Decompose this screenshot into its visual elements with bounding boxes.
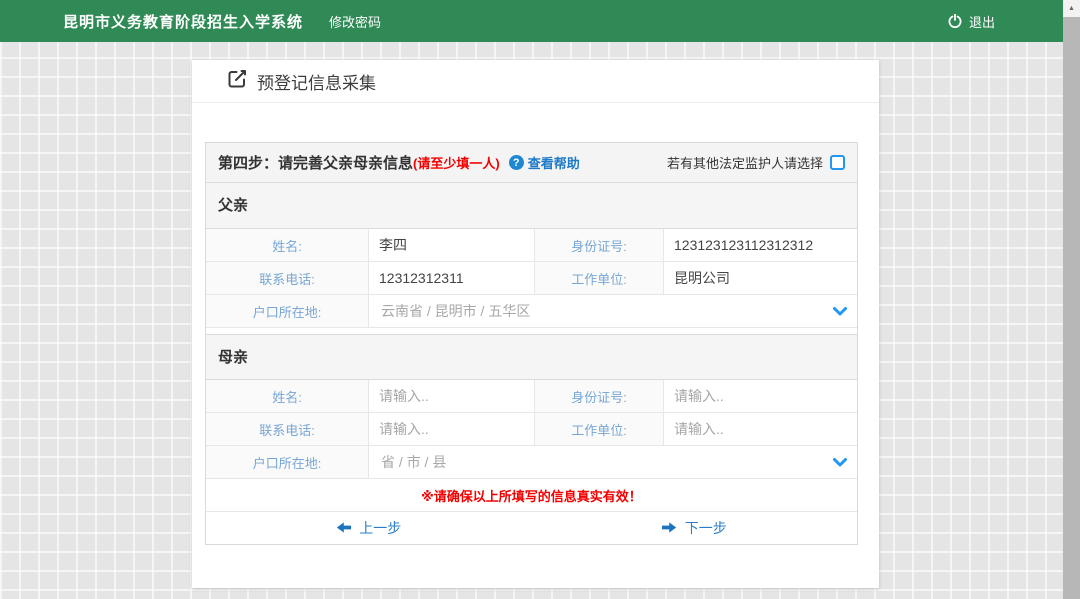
next-step-button[interactable]: 下一步 xyxy=(532,512,858,544)
father-name-label: 姓名: xyxy=(206,229,369,261)
mother-id-label: 身份证号: xyxy=(534,380,664,412)
mother-address-value: 省 / 市 / 县 xyxy=(369,446,823,478)
footer-nav: 上一步 下一步 xyxy=(206,512,857,544)
father-phone-input[interactable] xyxy=(379,270,528,286)
app-title: 昆明市义务教育阶段招生入学系统 xyxy=(63,11,303,32)
mother-phone-label: 联系电话: xyxy=(206,413,369,445)
chevron-down-icon[interactable] xyxy=(823,446,857,478)
app-header: 昆明市义务教育阶段招生入学系统 修改密码 退出 xyxy=(0,0,1063,42)
power-icon xyxy=(948,14,962,28)
father-section-title: 父亲 xyxy=(206,183,857,229)
mother-row-1: 姓名: 身份证号: xyxy=(206,380,857,413)
step-hint: (请至少填一人) xyxy=(413,153,500,172)
notice-text: ※请确保以上所填写的信息真实有效！ xyxy=(206,479,857,512)
scrollbar-thumb[interactable] xyxy=(1063,17,1080,599)
father-row-1: 姓名: 身份证号: xyxy=(206,229,857,262)
help-link[interactable]: 查看帮助 xyxy=(528,153,580,172)
arrow-left-icon xyxy=(336,520,351,536)
form-box: 第四步：请完善父亲母亲信息 (请至少填一人) ? 查看帮助 若有其他法定监护人请… xyxy=(205,142,858,545)
father-address-label: 户口所在地: xyxy=(206,295,369,327)
prev-step-button[interactable]: 上一步 xyxy=(206,512,532,544)
edit-icon xyxy=(228,69,247,93)
next-step-label: 下一步 xyxy=(685,518,727,538)
father-employer-input[interactable] xyxy=(674,270,851,286)
chevron-down-icon[interactable] xyxy=(823,295,857,327)
father-name-input[interactable] xyxy=(379,237,528,253)
father-id-input[interactable] xyxy=(674,237,851,253)
father-row-2: 联系电话: 工作单位: xyxy=(206,262,857,295)
arrow-right-icon xyxy=(662,520,677,536)
step-header: 第四步：请完善父亲母亲信息 (请至少填一人) ? 查看帮助 若有其他法定监护人请… xyxy=(206,143,857,183)
logout-link[interactable]: 退出 xyxy=(969,12,995,31)
mother-address-row[interactable]: 户口所在地: 省 / 市 / 县 xyxy=(206,446,857,479)
page-scrollbar[interactable]: ▲ xyxy=(1063,0,1080,599)
father-phone-label: 联系电话: xyxy=(206,262,369,294)
mother-id-input[interactable] xyxy=(674,388,851,404)
mother-employer-label: 工作单位: xyxy=(534,413,664,445)
father-address-row[interactable]: 户口所在地: 云南省 / 昆明市 / 五华区 xyxy=(206,295,857,328)
guardian-note: 若有其他法定监护人请选择 xyxy=(667,153,823,172)
prev-step-label: 上一步 xyxy=(359,518,401,538)
step-title: 第四步：请完善父亲母亲信息 xyxy=(218,152,413,173)
mother-section-title: 母亲 xyxy=(206,334,857,380)
mother-row-2: 联系电话: 工作单位: xyxy=(206,413,857,446)
father-employer-label: 工作单位: xyxy=(534,262,664,294)
father-id-label: 身份证号: xyxy=(534,229,664,261)
scroll-up-arrow[interactable]: ▲ xyxy=(1063,0,1080,17)
page-title: 预登记信息采集 xyxy=(257,69,376,94)
card-header: 预登记信息采集 xyxy=(192,60,879,103)
guardian-checkbox[interactable] xyxy=(830,155,845,170)
mother-employer-input[interactable] xyxy=(674,421,851,437)
form-card: 预登记信息采集 第四步：请完善父亲母亲信息 (请至少填一人) ? 查看帮助 若有… xyxy=(192,60,879,588)
mother-address-label: 户口所在地: xyxy=(206,446,369,478)
father-address-value: 云南省 / 昆明市 / 五华区 xyxy=(369,295,823,327)
mother-phone-input[interactable] xyxy=(379,421,528,437)
change-password-link[interactable]: 修改密码 xyxy=(329,12,381,31)
help-icon[interactable]: ? xyxy=(509,155,524,170)
mother-name-label: 姓名: xyxy=(206,380,369,412)
mother-name-input[interactable] xyxy=(379,388,528,404)
